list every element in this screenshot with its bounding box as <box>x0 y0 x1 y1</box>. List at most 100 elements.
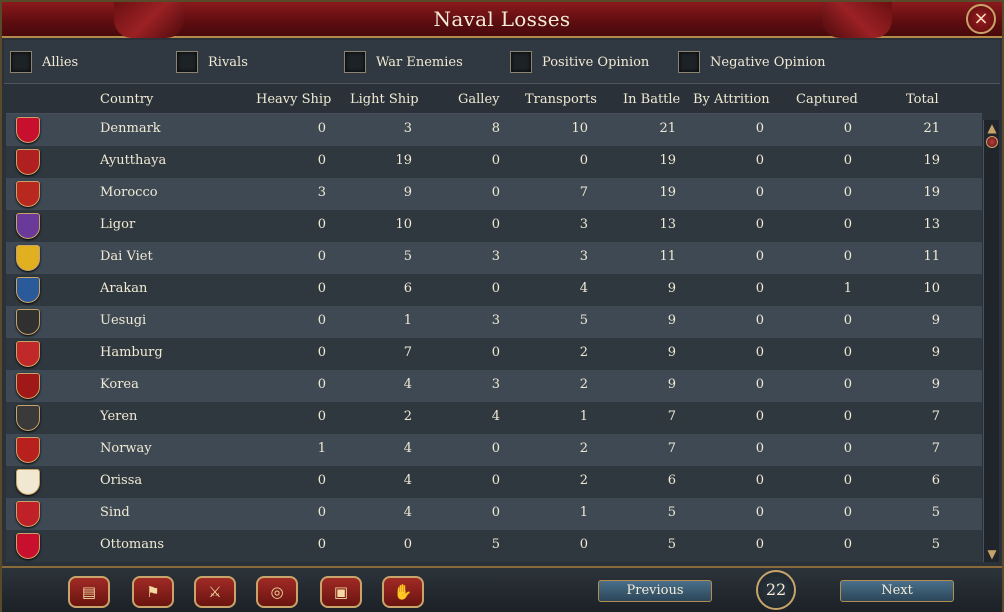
heavy-ship-cell: 0 <box>317 345 326 360</box>
table-row[interactable]: Denmark 0 3 8 10 21 0 0 21 <box>6 114 982 146</box>
flag-tab-button[interactable]: ⚑ <box>132 576 174 608</box>
galley-cell: 0 <box>491 441 500 456</box>
heavy-ship-cell: 0 <box>317 121 326 136</box>
filter-rivals[interactable]: Rivals <box>176 50 248 74</box>
table-row[interactable]: Sind 0 4 0 1 5 0 0 5 <box>6 498 982 530</box>
captured-cell: 0 <box>843 185 852 200</box>
galley-cell: 0 <box>491 345 500 360</box>
heavy-ship-cell: 1 <box>317 441 326 456</box>
country-flag-icon[interactable] <box>16 213 40 239</box>
table-row[interactable]: Korea 0 4 3 2 9 0 0 9 <box>6 370 982 402</box>
header-captured[interactable]: Captured <box>796 92 858 107</box>
crossed-swords-icon: ⚔ <box>208 583 222 601</box>
table-row[interactable]: Norway 1 4 0 2 7 0 0 7 <box>6 434 982 466</box>
filter-positive-opinion-checkbox[interactable] <box>510 51 532 73</box>
losses-table: Country Heavy Ship Light Ship Galley Tra… <box>6 86 982 564</box>
table-row[interactable]: Ligor 0 10 0 3 13 0 0 13 <box>6 210 982 242</box>
filter-negative-opinion[interactable]: Negative Opinion <box>678 50 826 74</box>
scroll-down-arrow-icon[interactable]: ▼ <box>984 546 1000 562</box>
country-name: Morocco <box>100 185 158 200</box>
country-flag-icon[interactable] <box>16 309 40 335</box>
galley-cell: 0 <box>491 185 500 200</box>
filter-allies-checkbox[interactable] <box>10 51 32 73</box>
country-name: Norway <box>100 441 152 456</box>
transports-cell: 3 <box>579 217 588 232</box>
by-attrition-cell: 0 <box>755 441 764 456</box>
country-flag-icon[interactable] <box>16 181 40 207</box>
table-row[interactable]: Yeren 0 2 4 1 7 0 0 7 <box>6 402 982 434</box>
in-battle-cell: 5 <box>667 537 676 552</box>
header-transports[interactable]: Transports <box>525 92 597 107</box>
table-row[interactable]: Orissa 0 4 0 2 6 0 0 6 <box>6 466 982 498</box>
header-by-attrition[interactable]: By Attrition <box>693 92 770 107</box>
next-button[interactable]: Next <box>840 580 954 602</box>
by-attrition-cell: 0 <box>755 473 764 488</box>
country-flag-icon[interactable] <box>16 405 40 431</box>
country-flag-icon[interactable] <box>16 341 40 367</box>
crate-tab-button[interactable]: ▣ <box>320 576 362 608</box>
country-flag-icon[interactable] <box>16 117 40 143</box>
country-name: Uesugi <box>100 313 147 328</box>
total-cell: 9 <box>931 345 940 360</box>
header-country[interactable]: Country <box>100 92 153 107</box>
country-flag-icon[interactable] <box>16 533 40 559</box>
filter-negative-opinion-checkbox[interactable] <box>678 51 700 73</box>
transports-cell: 2 <box>579 441 588 456</box>
light-ship-cell: 0 <box>403 537 412 552</box>
header-in-battle[interactable]: In Battle <box>623 92 680 107</box>
filter-positive-opinion[interactable]: Positive Opinion <box>510 50 649 74</box>
country-flag-icon[interactable] <box>16 277 40 303</box>
filter-rivals-checkbox[interactable] <box>176 51 198 73</box>
header-galley[interactable]: Galley <box>458 92 500 107</box>
heavy-ship-cell: 0 <box>317 505 326 520</box>
filter-war-enemies[interactable]: War Enemies <box>344 50 463 74</box>
crossed-swords-tab-button[interactable]: ⚔ <box>194 576 236 608</box>
table-row[interactable]: Uesugi 0 1 3 5 9 0 0 9 <box>6 306 982 338</box>
scrollbar[interactable]: ▲ ▼ <box>983 120 999 562</box>
scroll-thumb[interactable] <box>986 136 998 148</box>
light-ship-cell: 4 <box>403 441 412 456</box>
filter-bar: Allies Rivals War Enemies Positive Opini… <box>4 40 1000 84</box>
filter-rivals-label: Rivals <box>208 54 248 70</box>
country-name: Korea <box>100 377 139 392</box>
country-flag-icon[interactable] <box>16 373 40 399</box>
scroll-up-arrow-icon[interactable]: ▲ <box>984 120 1000 136</box>
header-heavy-ship[interactable]: Heavy Ship <box>256 92 331 107</box>
country-flag-icon[interactable] <box>16 245 40 271</box>
coins-tab-button[interactable]: ◎ <box>256 576 298 608</box>
total-cell: 6 <box>931 473 940 488</box>
filter-war-enemies-checkbox[interactable] <box>344 51 366 73</box>
table-row[interactable]: Hamburg 0 7 0 2 9 0 0 9 <box>6 338 982 370</box>
table-row[interactable]: Ottomans 0 0 5 0 5 0 0 5 <box>6 530 982 562</box>
handshake-icon: ✋ <box>393 583 413 601</box>
transports-cell: 5 <box>579 313 588 328</box>
captured-cell: 0 <box>843 441 852 456</box>
filter-allies[interactable]: Allies <box>10 50 78 74</box>
country-flag-icon[interactable] <box>16 437 40 463</box>
country-flag-icon[interactable] <box>16 149 40 175</box>
table-row[interactable]: Arakan 0 6 0 4 9 0 1 10 <box>6 274 982 306</box>
header-total[interactable]: Total <box>906 92 939 107</box>
transports-cell: 4 <box>579 281 588 296</box>
page-number-badge: 22 <box>756 570 796 610</box>
table-row[interactable]: Ayutthaya 0 19 0 0 19 0 0 19 <box>6 146 982 178</box>
handshake-tab-button[interactable]: ✋ <box>382 576 424 608</box>
total-cell: 9 <box>931 313 940 328</box>
heavy-ship-cell: 0 <box>317 537 326 552</box>
in-battle-cell: 7 <box>667 441 676 456</box>
ledger-tab-button[interactable]: ▤ <box>68 576 110 608</box>
previous-button[interactable]: Previous <box>598 580 712 602</box>
galley-cell: 0 <box>491 281 500 296</box>
table-row[interactable]: Morocco 3 9 0 7 19 0 0 19 <box>6 178 982 210</box>
country-flag-icon[interactable] <box>16 469 40 495</box>
country-name: Sind <box>100 505 130 520</box>
total-cell: 5 <box>931 505 940 520</box>
table-row[interactable]: Dai Viet 0 5 3 3 11 0 0 11 <box>6 242 982 274</box>
country-flag-icon[interactable] <box>16 501 40 527</box>
total-cell: 10 <box>923 281 940 296</box>
light-ship-cell: 9 <box>403 185 412 200</box>
close-button[interactable]: × <box>966 4 996 34</box>
header-light-ship[interactable]: Light Ship <box>350 92 419 107</box>
in-battle-cell: 21 <box>659 121 676 136</box>
in-battle-cell: 7 <box>667 409 676 424</box>
